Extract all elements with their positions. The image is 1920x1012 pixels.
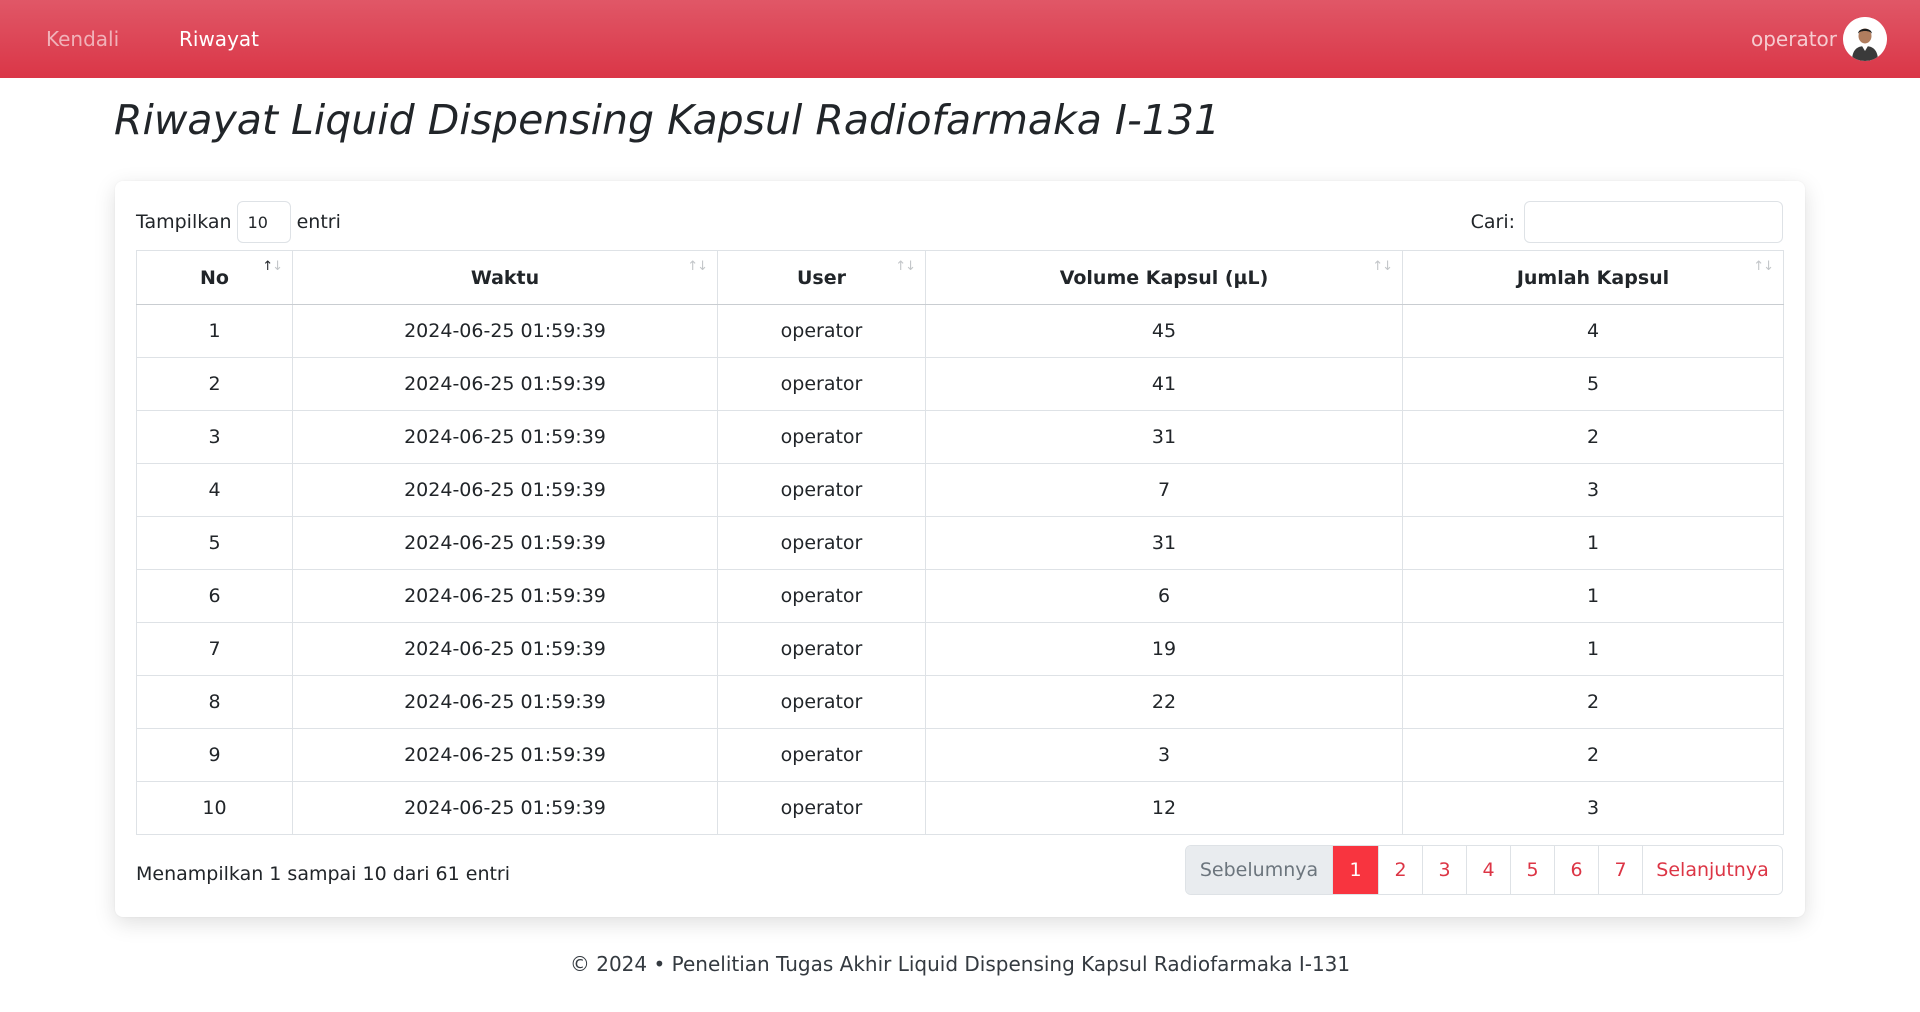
sort-icon: ↑↓ — [895, 259, 916, 274]
cell-waktu: 2024-06-25 01:59:39 — [292, 304, 718, 358]
cell-jumlah: 5 — [1402, 357, 1784, 411]
cell-waktu: 2024-06-25 01:59:39 — [292, 728, 718, 782]
cell-user: operator — [717, 728, 926, 782]
user-name: operator — [1750, 27, 1837, 51]
cell-jumlah: 3 — [1402, 781, 1784, 835]
cell-no: 9 — [136, 728, 293, 782]
cell-jumlah: 2 — [1402, 728, 1784, 782]
table-row: 10 2024-06-25 01:59:39 operator 12 3 — [136, 781, 1784, 835]
cell-jumlah: 3 — [1402, 463, 1784, 517]
entries-length-control: Tampilkan 10 entri — [136, 201, 341, 243]
table-header-row: No ↑↓ Waktu ↑↓ User ↑↓ Volume Kapsul (µL) ↑↓… — [136, 250, 1784, 305]
table-row: 5 2024-06-25 01:59:39 operator 31 1 — [136, 516, 1784, 570]
search-control: Cari: — [1471, 201, 1783, 243]
cell-volume: 45 — [925, 304, 1403, 358]
cell-waktu: 2024-06-25 01:59:39 — [292, 781, 718, 835]
pagination-page-6[interactable]: 6 — [1554, 846, 1598, 894]
cell-waktu: 2024-06-25 01:59:39 — [292, 516, 718, 570]
cell-no: 7 — [136, 622, 293, 676]
cell-user: operator — [717, 675, 926, 729]
cell-volume: 12 — [925, 781, 1403, 835]
cell-user: operator — [717, 357, 926, 411]
pagination-page-4[interactable]: 4 — [1466, 846, 1510, 894]
table-row: 4 2024-06-25 01:59:39 operator 7 3 — [136, 463, 1784, 517]
cell-volume: 31 — [925, 410, 1403, 464]
pagination-previous-button[interactable]: Sebelumnya — [1186, 846, 1332, 894]
cell-waktu: 2024-06-25 01:59:39 — [292, 410, 718, 464]
column-header-waktu[interactable]: Waktu ↑↓ — [292, 250, 718, 305]
cell-waktu: 2024-06-25 01:59:39 — [292, 357, 718, 411]
user-avatar-icon[interactable] — [1843, 17, 1887, 61]
cell-volume: 19 — [925, 622, 1403, 676]
column-header-user[interactable]: User ↑↓ — [717, 250, 926, 305]
cell-volume: 6 — [925, 569, 1403, 623]
cell-user: operator — [717, 781, 926, 835]
cell-user: operator — [717, 304, 926, 358]
pagination-page-7[interactable]: 7 — [1598, 846, 1642, 894]
pagination-page-3[interactable]: 3 — [1422, 846, 1466, 894]
footer-text: © 2024 • Penelitian Tugas Akhir Liquid D… — [569, 952, 1351, 976]
cell-jumlah: 1 — [1402, 516, 1784, 570]
column-header-no[interactable]: No ↑↓ — [136, 250, 293, 305]
cell-user: operator — [717, 569, 926, 623]
sort-icon: ↑↓ — [1372, 259, 1393, 274]
cell-volume: 7 — [925, 463, 1403, 517]
sort-icon: ↑↓ — [687, 259, 708, 274]
cell-no: 2 — [136, 357, 293, 411]
table-row: 3 2024-06-25 01:59:39 operator 31 2 — [136, 410, 1784, 464]
cell-no: 10 — [136, 781, 293, 835]
cell-waktu: 2024-06-25 01:59:39 — [292, 569, 718, 623]
cell-no: 1 — [136, 304, 293, 358]
length-suffix-label: entri — [296, 211, 341, 233]
cell-jumlah: 2 — [1402, 410, 1784, 464]
sort-icon: ↑↓ — [1753, 259, 1774, 274]
cell-volume: 3 — [925, 728, 1403, 782]
pagination-page-2[interactable]: 2 — [1378, 846, 1422, 894]
entries-per-page-select[interactable]: 10 — [236, 201, 291, 243]
cell-jumlah: 2 — [1402, 675, 1784, 729]
pagination-next-button[interactable]: Selanjutnya — [1642, 846, 1782, 894]
cell-user: operator — [717, 463, 926, 517]
cell-user: operator — [717, 516, 926, 570]
cell-volume: 22 — [925, 675, 1403, 729]
table-row: 7 2024-06-25 01:59:39 operator 19 1 — [136, 622, 1784, 676]
pagination-page-5[interactable]: 5 — [1510, 846, 1554, 894]
table-row: 1 2024-06-25 01:59:39 operator 45 4 — [136, 304, 1784, 358]
navbar: Kendali Riwayat operator — [0, 0, 1920, 78]
cell-no: 3 — [136, 410, 293, 464]
page-title: Riwayat Liquid Dispensing Kapsul Radiofa… — [114, 96, 1221, 144]
search-label: Cari: — [1470, 211, 1515, 233]
history-table: No ↑↓ Waktu ↑↓ User ↑↓ Volume Kapsul (µL) ↑↓… — [136, 250, 1784, 835]
cell-user: operator — [717, 410, 926, 464]
cell-waktu: 2024-06-25 01:59:39 — [292, 622, 718, 676]
cell-jumlah: 1 — [1402, 622, 1784, 676]
cell-jumlah: 1 — [1402, 569, 1784, 623]
search-input[interactable] — [1524, 201, 1783, 243]
sort-icon: ↑↓ — [262, 259, 283, 274]
cell-volume: 41 — [925, 357, 1403, 411]
cell-no: 8 — [136, 675, 293, 729]
user-menu[interactable]: operator — [1751, 17, 1887, 61]
table-row: 2 2024-06-25 01:59:39 operator 41 5 — [136, 357, 1784, 411]
cell-volume: 31 — [925, 516, 1403, 570]
pagination-page-1[interactable]: 1 — [1332, 846, 1378, 894]
table-row: 6 2024-06-25 01:59:39 operator 6 1 — [136, 569, 1784, 623]
cell-waktu: 2024-06-25 01:59:39 — [292, 675, 718, 729]
cell-no: 4 — [136, 463, 293, 517]
cell-user: operator — [717, 622, 926, 676]
cell-jumlah: 4 — [1402, 304, 1784, 358]
table-row: 8 2024-06-25 01:59:39 operator 22 2 — [136, 675, 1784, 729]
nav-link-kendali[interactable]: Kendali — [46, 27, 119, 51]
nav-link-riwayat[interactable]: Riwayat — [179, 27, 259, 51]
table-info: Menampilkan 1 sampai 10 dari 61 entri — [136, 863, 511, 885]
length-prefix-label: Tampilkan — [136, 211, 232, 233]
cell-no: 6 — [136, 569, 293, 623]
cell-waktu: 2024-06-25 01:59:39 — [292, 463, 718, 517]
history-card: Tampilkan 10 entri Cari: No ↑↓ Waktu ↑↓ Us… — [115, 181, 1805, 917]
table-row: 9 2024-06-25 01:59:39 operator 3 2 — [136, 728, 1784, 782]
column-header-jumlah[interactable]: Jumlah Kapsul ↑↓ — [1402, 250, 1784, 305]
column-header-volume[interactable]: Volume Kapsul (µL) ↑↓ — [925, 250, 1403, 305]
pagination: Sebelumnya 1 2 3 4 5 6 7 Selanjutnya — [1185, 845, 1783, 895]
cell-no: 5 — [136, 516, 293, 570]
